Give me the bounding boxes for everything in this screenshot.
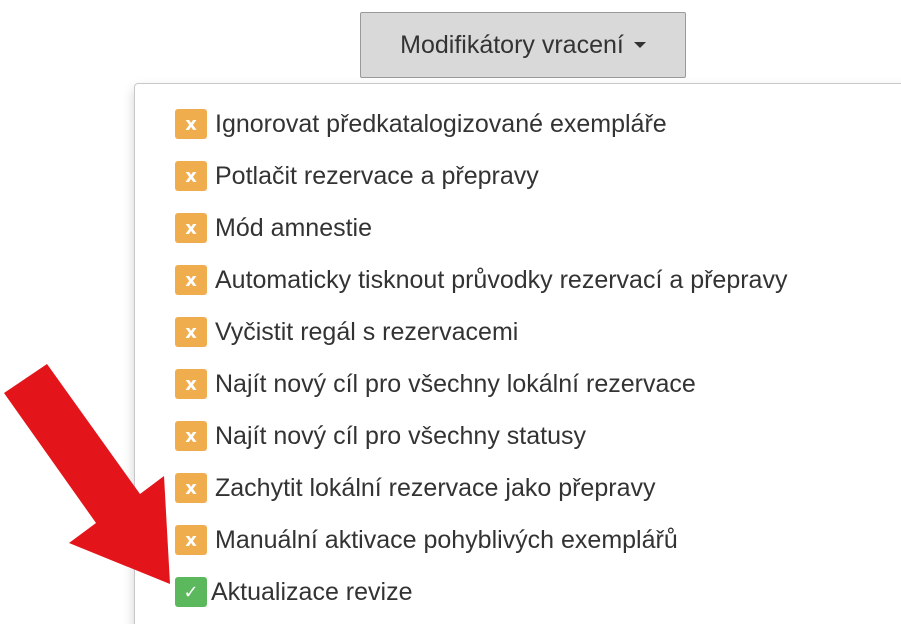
menu-item-amnesty-mode[interactable]: x Mód amnestie	[175, 210, 372, 246]
menu-item-label: Vyčistit regál s rezervacemi	[215, 317, 519, 346]
x-icon: x	[175, 317, 207, 347]
check-icon: ✓	[175, 577, 207, 607]
menu-item-suppress-holds-transits[interactable]: x Potlačit rezervace a přepravy	[175, 158, 539, 194]
menu-item-update-inventory[interactable]: ✓ Aktualizace revize	[175, 574, 412, 610]
menu-item-label: Aktualizace revize	[211, 577, 413, 606]
menu-item-label: Zachytit lokální rezervace jako přepravy	[215, 473, 656, 502]
menu-item-label: Automaticky tisknout průvodky rezervací …	[215, 265, 788, 294]
menu-item-label: Potlačit rezervace a přepravy	[215, 161, 539, 190]
x-icon: x	[175, 473, 207, 503]
menu-item-label: Manuální aktivace pohyblivých exemplářů	[215, 525, 678, 554]
menu-item-clear-holds-shelf[interactable]: x Vyčistit regál s rezervacemi	[175, 314, 518, 350]
checkin-modifiers-dropdown-button[interactable]: Modifikátory vracení	[360, 12, 686, 78]
menu-item-label: Najít nový cíl pro všechny statusy	[215, 421, 586, 450]
menu-item-label: Mód amnestie	[215, 213, 373, 242]
menu-item-ignore-precat[interactable]: x Ignorovat předkatalogizované exempláře	[175, 106, 667, 142]
menu-item-label: Ignorovat předkatalogizované exempláře	[215, 109, 667, 138]
menu-item-capture-local-holds-as-transits[interactable]: x Zachytit lokální rezervace jako přepra…	[175, 470, 655, 506]
menu-item-retarget-local-holds[interactable]: x Najít nový cíl pro všechny lokální rez…	[175, 366, 696, 402]
x-icon: x	[175, 161, 207, 191]
x-icon: x	[175, 213, 207, 243]
x-icon: x	[175, 369, 207, 399]
menu-item-label: Najít nový cíl pro všechny lokální rezer…	[215, 369, 696, 398]
menu-item-manual-floating-activation[interactable]: x Manuální aktivace pohyblivých exemplář…	[175, 522, 678, 558]
dropdown-button-label: Modifikátory vracení	[400, 30, 624, 59]
caret-down-icon	[633, 42, 646, 48]
menu-item-auto-print-slips[interactable]: x Automaticky tisknout průvodky rezervac…	[175, 262, 787, 298]
menu-item-retarget-all-statuses[interactable]: x Najít nový cíl pro všechny statusy	[175, 418, 586, 454]
checkin-modifiers-menu: x Ignorovat předkatalogizované exempláře…	[134, 83, 901, 624]
x-icon: x	[175, 421, 207, 451]
x-icon: x	[175, 265, 207, 295]
x-icon: x	[175, 109, 207, 139]
x-icon: x	[175, 525, 207, 555]
stage: Modifikátory vracení x Ignorovat předkat…	[0, 0, 901, 624]
